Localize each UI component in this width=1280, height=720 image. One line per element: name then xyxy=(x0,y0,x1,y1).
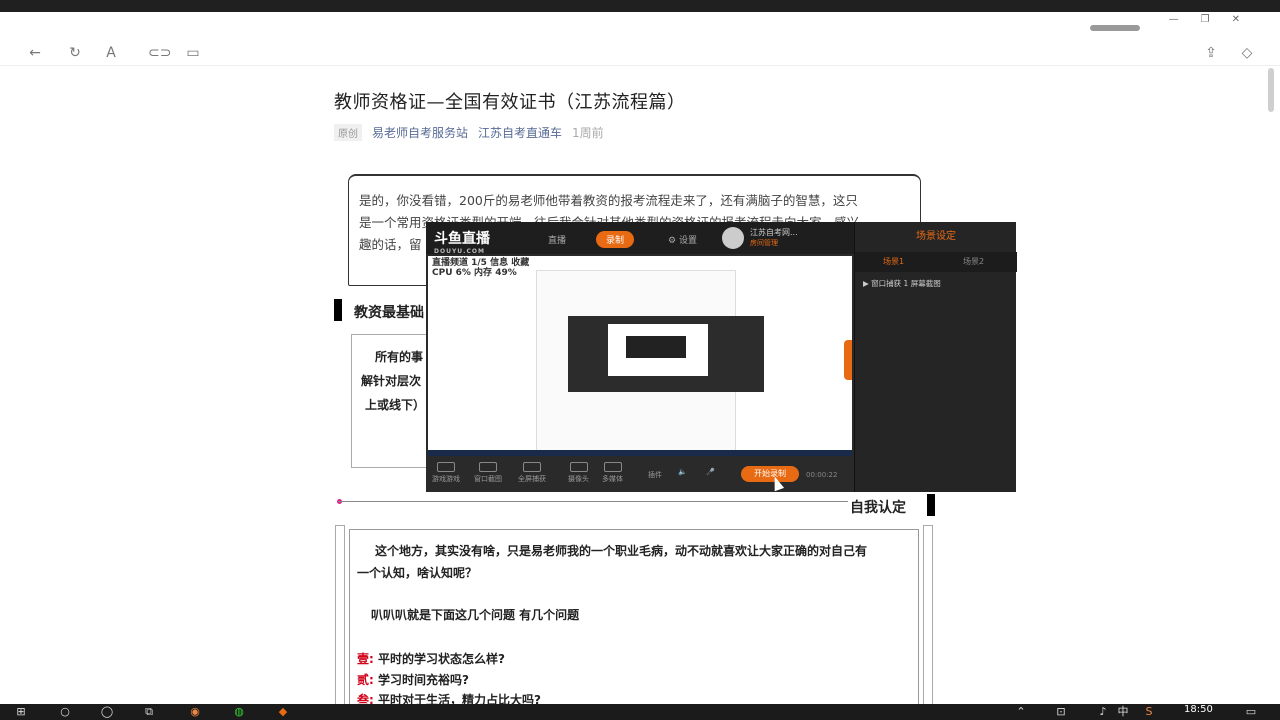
browser-icon[interactable]: ◉ xyxy=(188,706,202,718)
media-icon xyxy=(603,462,622,472)
author-link[interactable]: 易老师自考服务站 xyxy=(372,124,468,141)
nested-preview xyxy=(568,316,764,392)
plugin-button[interactable]: 插件 xyxy=(648,470,662,480)
font-size-icon[interactable]: A xyxy=(102,44,120,62)
source-camera-button[interactable]: 摄像头 xyxy=(568,462,589,484)
ime-indicator[interactable]: 中 xyxy=(1116,706,1130,718)
section-title: 自我认定 xyxy=(850,500,906,516)
paragraph: 一个认知，啥认知呢？ xyxy=(357,566,478,580)
speaker-icon[interactable]: 🔈 xyxy=(678,468,687,476)
section-marker xyxy=(334,299,342,321)
question-item: 壹: 平时的学习状态怎么样? xyxy=(357,650,505,667)
tab-scene2[interactable]: 场景2 xyxy=(963,256,984,267)
sogou-icon[interactable]: S xyxy=(1142,706,1156,718)
window-controls: — ❐ ✕ xyxy=(1169,14,1240,25)
user-info: 江苏自考网... 房间管理 xyxy=(750,228,798,247)
scene-tabs: 场景1 场景2 xyxy=(855,252,1017,272)
scene-panel: 场景设定 场景1 场景2 ▶ 窗口捕获 1 屏幕截图 xyxy=(854,222,1017,492)
volume-icon[interactable]: ♪ xyxy=(1096,706,1110,718)
tray-chevron-icon[interactable]: ⌃ xyxy=(1014,706,1028,718)
scene-panel-title: 场景设定 xyxy=(916,231,956,242)
article-title: 教师资格证—全国有效证书（江苏流程篇） xyxy=(334,92,686,113)
box-edge xyxy=(923,525,933,705)
source-screen-button[interactable]: 全屏捕获 xyxy=(518,462,546,484)
douyu-icon[interactable]: ◆ xyxy=(276,706,290,718)
section-marker xyxy=(927,494,935,516)
link-icon[interactable]: ⊂⊃ xyxy=(148,44,171,62)
account-link[interactable]: 江苏自考直通车 xyxy=(478,124,562,141)
browser-toolbar: ← ↻ A ⊂⊃ ▭ ⇪ ◇ xyxy=(0,38,1280,66)
article-header: 教师资格证—全国有效证书（江苏流程篇） 原创 易老师自考服务站 江苏自考直通车 … xyxy=(334,88,934,141)
gamepad-icon xyxy=(437,462,455,472)
windows-start-icon[interactable]: ⊞ xyxy=(14,706,28,718)
section1-line: 解针对层次 xyxy=(361,374,422,388)
volume-indicator xyxy=(1090,25,1140,31)
question-label: 壹: xyxy=(357,652,374,666)
section2-box: 这个地方，其实没有啥，只是易老师我的一个职业毛病，动不动就喜欢让大家正确的对自己… xyxy=(335,525,935,707)
tab-record[interactable]: 录制 xyxy=(596,231,635,248)
source-game-button[interactable]: 游戏游戏 xyxy=(432,462,460,484)
box-edge xyxy=(335,525,345,705)
wechat-icon[interactable]: ◍ xyxy=(232,706,246,718)
tab-live[interactable]: 直播 xyxy=(538,231,576,248)
task-view-icon[interactable]: ⧉ xyxy=(142,706,156,718)
scrollbar-thumb[interactable] xyxy=(1268,68,1274,112)
cortana-icon[interactable]: ◯ xyxy=(100,706,114,718)
nested-preview-inner xyxy=(608,324,708,376)
original-tag: 原创 xyxy=(334,124,362,141)
screen-icon xyxy=(523,462,541,472)
network-icon[interactable]: ⊡ xyxy=(1054,706,1068,718)
intro-line: 是的，你没看错，200斤的易老师他带着教资的报考流程走来了，还有满脑子的智慧，这… xyxy=(359,193,858,208)
mic-icon[interactable]: 🎤 xyxy=(706,468,715,476)
window-titlebar xyxy=(0,12,1280,32)
source-media-button[interactable]: 多媒体 xyxy=(602,462,623,484)
douyu-recorder-window[interactable]: 斗鱼直播 DOUYU.COM 直播 录制 ⚙ 设置 江苏自考网... 房间管理 … xyxy=(426,222,1017,492)
minimize-button[interactable]: — xyxy=(1169,14,1179,25)
question-text: 平时的学习状态怎么样? xyxy=(378,652,505,666)
publish-time: 1周前 xyxy=(572,126,604,140)
recording-preview: 直播频道 1/5 信息 收藏 CPU 6% 内存 49% xyxy=(428,256,852,456)
settings-button[interactable]: ⚙ 设置 xyxy=(658,231,707,248)
recorder-header: 斗鱼直播 DOUYU.COM 直播 录制 ⚙ 设置 江苏自考网... 房间管理 xyxy=(426,222,854,255)
tab-scene1[interactable]: 场景1 xyxy=(883,256,904,267)
notification-icon[interactable]: ▭ xyxy=(1244,706,1258,718)
section1-line: 所有的事 xyxy=(375,350,424,364)
preview-text: 直播频道 1/5 信息 收藏 CPU 6% 内存 49% xyxy=(432,258,530,278)
question-text: 学习时间充裕吗? xyxy=(378,673,469,687)
side-handle[interactable] xyxy=(844,340,852,380)
window-icon[interactable]: ▭ xyxy=(184,44,202,62)
back-arrow-icon[interactable]: ← xyxy=(26,44,44,62)
windows-taskbar: ⊞ ○ ◯ ⧉ ◉ ◍ ◆ ⌃ ⊡ ♪ 中 S ▭ xyxy=(0,704,1280,720)
cube-icon[interactable]: ◇ xyxy=(1238,44,1256,62)
camera-icon xyxy=(569,462,588,472)
recording-timer: 00:00:22 xyxy=(806,471,838,479)
article-meta: 原创 易老师自考服务站 江苏自考直通车 1周前 xyxy=(334,124,934,141)
question-item: 贰: 学习时间充裕吗? xyxy=(357,671,469,688)
share-icon[interactable]: ⇪ xyxy=(1202,44,1220,62)
monitor-icon xyxy=(479,462,497,472)
paragraph: 叭叭叭就是下面这几个问题 有几个问题 xyxy=(371,608,580,622)
top-dark-strip xyxy=(0,0,1280,12)
section-title: 教资最基础 xyxy=(354,305,424,321)
avatar[interactable] xyxy=(722,227,744,249)
scene-source-item[interactable]: ▶ 窗口捕获 1 屏幕截图 xyxy=(863,278,941,289)
taskbar-clock: 18:50 xyxy=(1184,704,1213,715)
recorder-footer: 游戏游戏 窗口截图 全屏捕获 摄像头 多媒体 插件 🔈 🎤 开始录制 00:00… xyxy=(426,458,854,492)
refresh-icon[interactable]: ↻ xyxy=(66,44,84,62)
paragraph: 这个地方，其实没有啥，只是易老师我的一个职业毛病，动不动就喜欢让大家正确的对自己… xyxy=(375,544,868,558)
maximize-button[interactable]: ❐ xyxy=(1201,14,1210,25)
question-label: 贰: xyxy=(357,673,374,687)
section-divider xyxy=(338,501,848,502)
nested-preview-core xyxy=(626,336,686,358)
preview-taskbar xyxy=(428,450,852,456)
close-button[interactable]: ✕ xyxy=(1232,14,1240,25)
douyu-logo: 斗鱼直播 DOUYU.COM xyxy=(434,231,490,255)
search-icon[interactable]: ○ xyxy=(58,706,72,718)
section1-line: 上或线下） xyxy=(365,398,426,412)
source-window-button[interactable]: 窗口截图 xyxy=(474,462,502,484)
